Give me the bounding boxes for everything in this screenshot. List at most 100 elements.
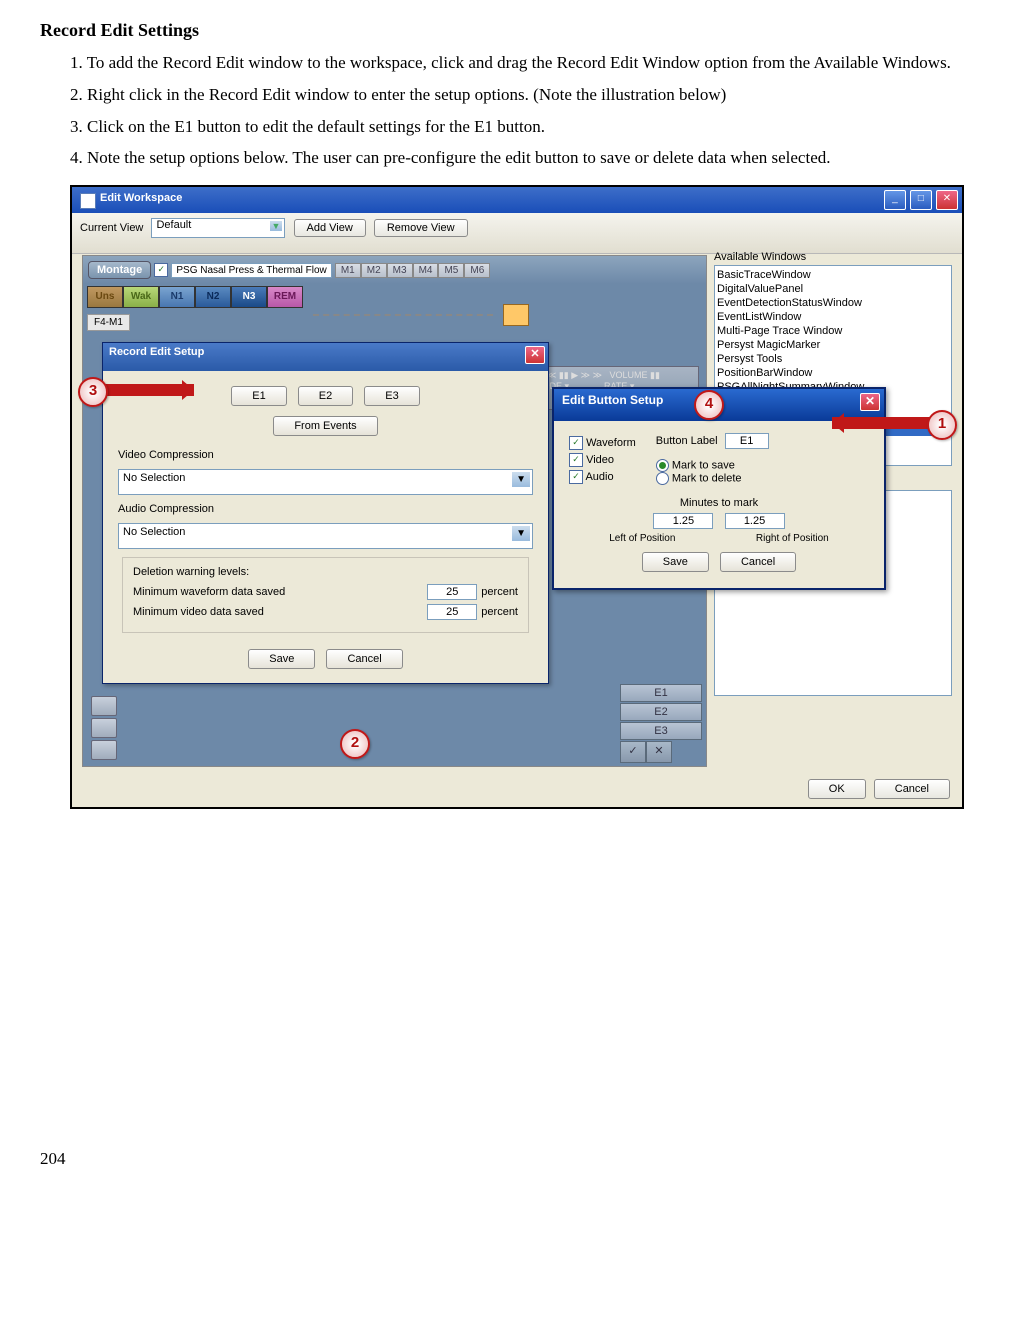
mark-save-radio[interactable] (656, 459, 669, 472)
step-2: 2. Right click in the Record Edit window… (70, 83, 973, 107)
min-wave-input[interactable]: 25 (427, 584, 477, 600)
video-check[interactable]: ✓ (569, 453, 583, 467)
available-windows-label: Available Windows (714, 251, 952, 263)
rec-title: Record Edit Setup (109, 346, 204, 358)
current-view-label: Current View (80, 222, 143, 234)
del-warn-label: Deletion warning levels: (133, 566, 518, 578)
video-comp-select[interactable]: No Selection (118, 469, 533, 495)
cancel-button[interactable]: Cancel (326, 649, 402, 669)
minutes-mark-label: Minutes to mark (569, 497, 869, 509)
maximize-button[interactable]: □ (910, 190, 932, 210)
list-item[interactable]: EventDetectionStatusWindow (717, 296, 949, 310)
audio-comp-label: Audio Compression (118, 503, 533, 515)
step-3: 3. Click on the E1 button to edit the de… (70, 115, 973, 139)
channel-label: F4-M1 (87, 314, 130, 331)
tool-icon[interactable] (91, 696, 117, 716)
callout-4: 4 (694, 390, 724, 420)
list-item[interactable]: Persyst MagicMarker (717, 338, 949, 352)
percent-label: percent (481, 586, 518, 598)
e1-button[interactable]: E1 (231, 386, 286, 406)
montage-name: PSG Nasal Press & Thermal Flow (171, 263, 331, 278)
mark-save-label: Mark to save (672, 460, 735, 472)
stage-rem[interactable]: REM (267, 286, 303, 308)
edit-title: Edit Button Setup (562, 393, 663, 407)
min-video-label: Minimum video data saved (133, 606, 264, 618)
callout-1: 1 (927, 410, 957, 440)
minimize-button[interactable]: _ (884, 190, 906, 210)
mtab[interactable]: M5 (438, 263, 464, 278)
stage-n1[interactable]: N1 (159, 286, 195, 308)
e2-preview[interactable]: E2 (620, 703, 702, 721)
stage-uns[interactable]: Uns (87, 286, 123, 308)
montage-check[interactable]: ✓ (154, 263, 168, 277)
step-1: 1. To add the Record Edit window to the … (70, 51, 973, 75)
view-toolbar: Current View Default Add View Remove Vie… (72, 213, 962, 254)
waveform-label: Waveform (586, 437, 636, 449)
e1-preview[interactable]: E1 (620, 684, 702, 702)
save-button[interactable]: Save (642, 552, 709, 572)
heading: Record Edit Settings (40, 20, 973, 41)
current-view-select[interactable]: Default (151, 218, 285, 238)
mark-delete-radio[interactable] (656, 472, 669, 485)
mtab[interactable]: M3 (387, 263, 413, 278)
dashline (313, 314, 493, 316)
min-wave-label: Minimum waveform data saved (133, 586, 285, 598)
list-item[interactable]: BasicTraceWindow (717, 268, 949, 282)
add-view-button[interactable]: Add View (294, 219, 366, 237)
list-item[interactable]: Persyst Tools (717, 352, 949, 366)
check-icon[interactable]: ✓ (620, 741, 646, 763)
page-number: 204 (40, 1149, 973, 1169)
dialog-footer: OK Cancel (803, 779, 950, 799)
icon-group[interactable] (503, 304, 529, 326)
waveform-check[interactable]: ✓ (569, 436, 583, 450)
gear-icon[interactable] (91, 740, 117, 760)
button-label-text: Button Label (656, 435, 718, 447)
steps: 1. To add the Record Edit window to the … (70, 51, 973, 170)
right-pos-label: Right of Position (756, 533, 829, 544)
mtab[interactable]: M1 (335, 263, 361, 278)
window-title: Edit Workspace (100, 192, 182, 204)
close-button[interactable]: ✕ (936, 190, 958, 210)
e3-button[interactable]: E3 (364, 386, 419, 406)
list-item[interactable]: PositionBarWindow (717, 366, 949, 380)
list-item[interactable]: EventListWindow (717, 310, 949, 324)
screenshot: Edit Workspace _ □ ✕ Current View Defaul… (70, 185, 964, 809)
save-button[interactable]: Save (248, 649, 315, 669)
video-label: Video (586, 454, 614, 466)
video-comp-label: Video Compression (118, 449, 533, 461)
e2-button[interactable]: E2 (298, 386, 353, 406)
right-minutes-input[interactable]: 1.25 (725, 513, 785, 529)
stage-n3[interactable]: N3 (231, 286, 267, 308)
x-icon[interactable]: ✕ (646, 741, 672, 763)
e3-preview[interactable]: E3 (620, 722, 702, 740)
stage-n2[interactable]: N2 (195, 286, 231, 308)
arrow-3 (104, 384, 194, 396)
step-4: 4. Note the setup options below. The use… (70, 146, 973, 170)
min-video-input[interactable]: 25 (427, 604, 477, 620)
close-icon[interactable]: ✕ (525, 346, 545, 364)
arrow-1 (832, 417, 932, 429)
left-minutes-input[interactable]: 1.25 (653, 513, 713, 529)
audio-comp-select[interactable]: No Selection (118, 523, 533, 549)
remove-view-button[interactable]: Remove View (374, 219, 468, 237)
list-item[interactable]: Multi-Page Trace Window (717, 324, 949, 338)
audio-check[interactable]: ✓ (569, 470, 583, 484)
ok-button[interactable]: OK (808, 779, 866, 799)
percent-label: percent (481, 606, 518, 618)
left-pos-label: Left of Position (609, 533, 675, 544)
mtab[interactable]: M4 (413, 263, 439, 278)
cancel-button[interactable]: Cancel (874, 779, 950, 799)
from-events-button[interactable]: From Events (273, 416, 377, 436)
audio-label: Audio (585, 471, 613, 483)
list-item[interactable]: DigitalValuePanel (717, 282, 949, 296)
montage-button[interactable]: Montage (88, 261, 151, 279)
mtab[interactable]: M6 (464, 263, 490, 278)
close-icon[interactable]: ✕ (860, 393, 880, 411)
cancel-button[interactable]: Cancel (720, 552, 796, 572)
tool-icon[interactable] (91, 718, 117, 738)
callout-2: 2 (340, 729, 370, 759)
button-label-input[interactable]: E1 (725, 433, 769, 449)
main-titlebar: Edit Workspace _ □ ✕ (72, 187, 962, 213)
mtab[interactable]: M2 (361, 263, 387, 278)
stage-wak[interactable]: Wak (123, 286, 159, 308)
